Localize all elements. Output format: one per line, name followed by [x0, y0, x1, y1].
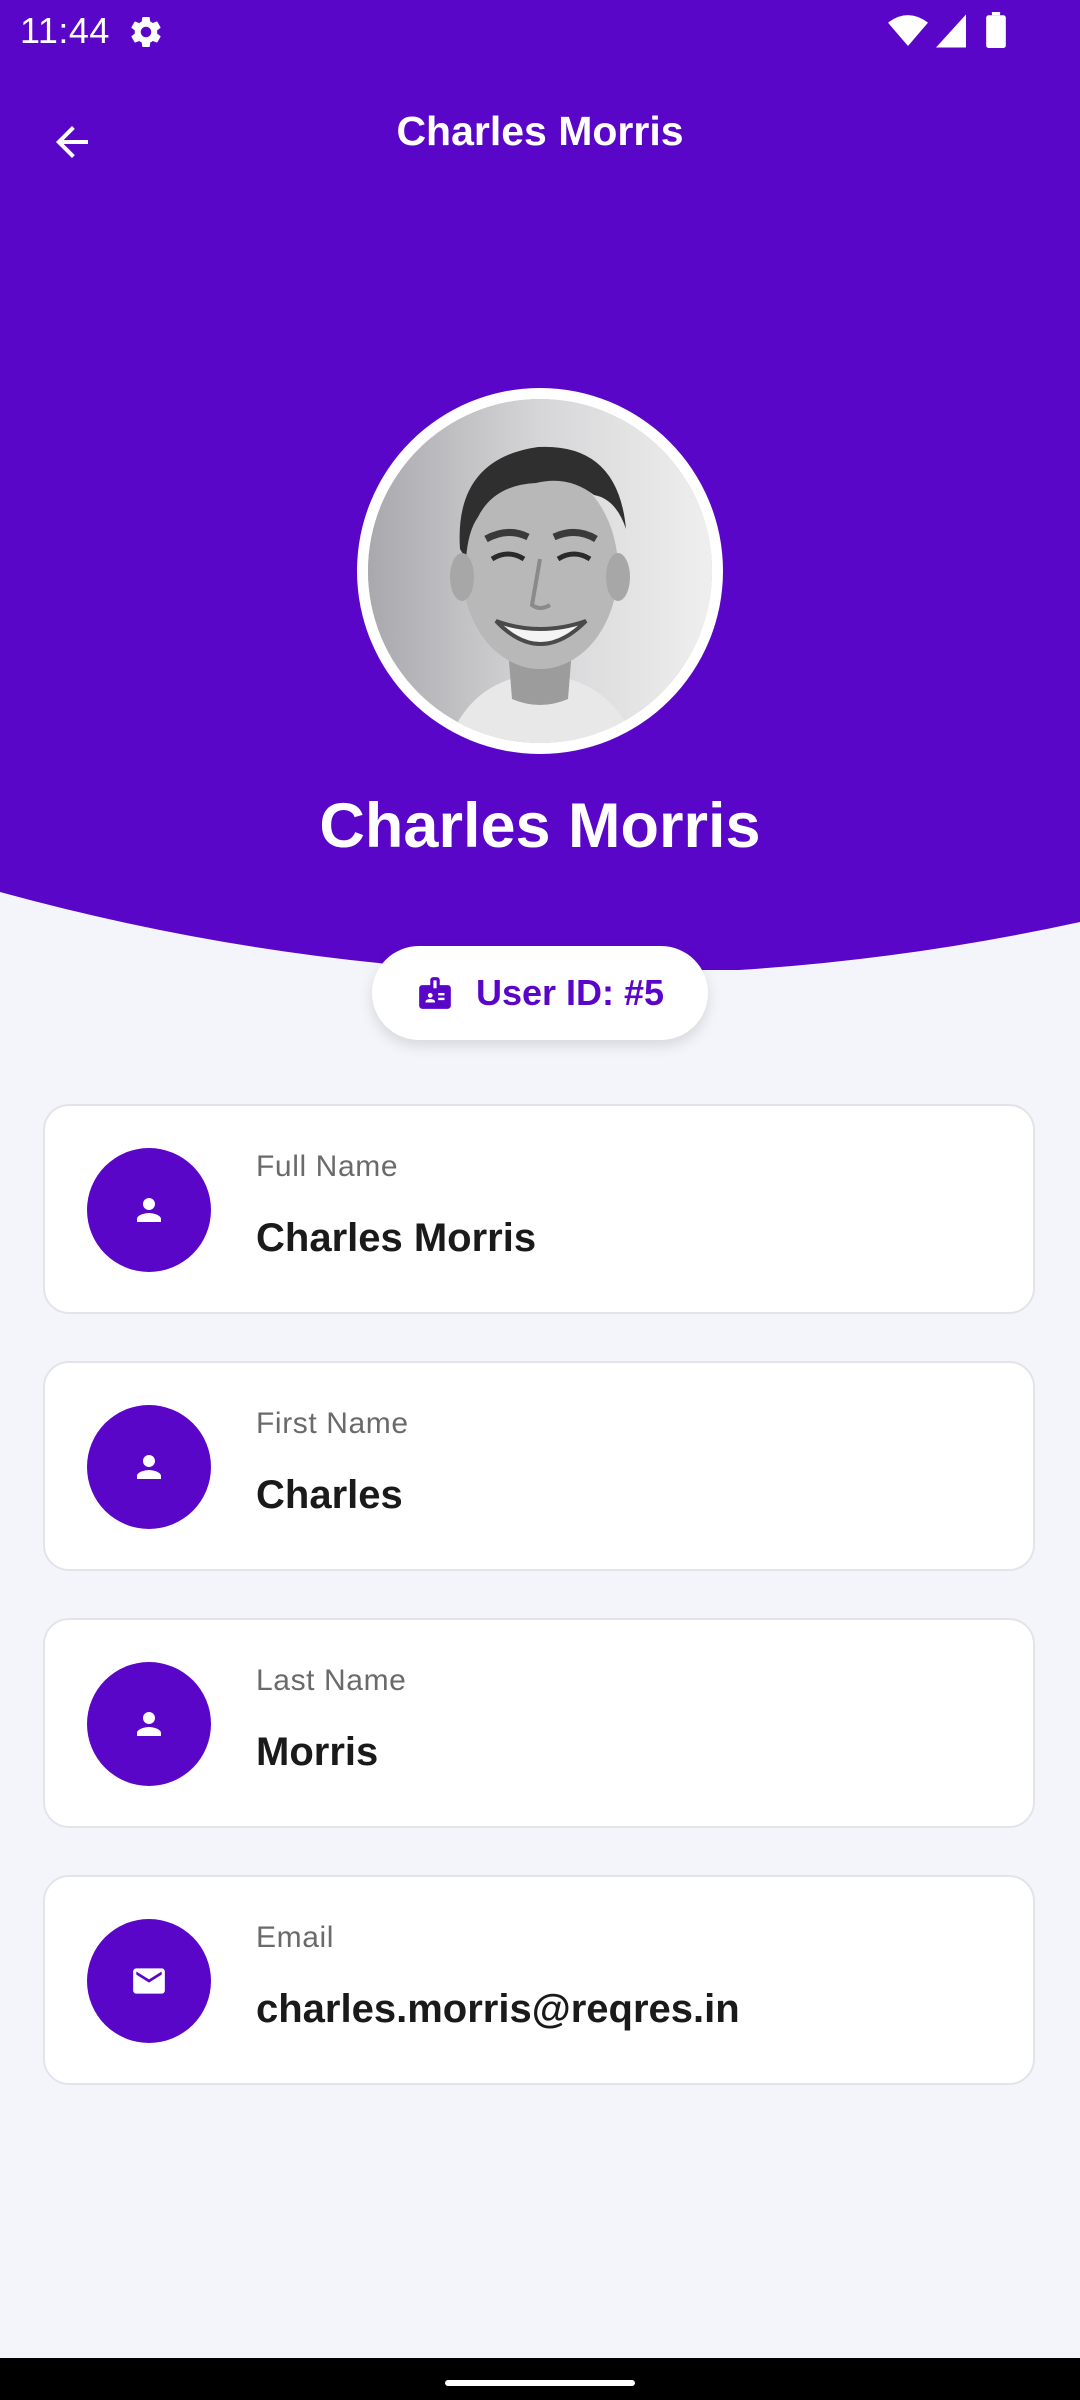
field-value: Charles	[256, 1473, 403, 1517]
last-name-card: Last Name Morris	[43, 1618, 1035, 1828]
battery-icon	[986, 12, 1006, 48]
person-icon	[137, 1712, 161, 1736]
card-icon-circle	[87, 1148, 211, 1272]
user-id-chip: User ID: #5	[372, 946, 708, 1040]
person-icon	[137, 1455, 161, 1479]
gear-icon	[131, 17, 161, 48]
field-label: Full Name	[256, 1150, 399, 1183]
field-label: First Name	[256, 1407, 409, 1440]
card-icon-circle	[87, 1919, 211, 2043]
field-value: Charles Morris	[256, 1216, 537, 1260]
home-gesture-handle[interactable]	[445, 2380, 635, 2386]
app-bar-title: Charles Morris	[396, 108, 684, 154]
field-label: Email	[256, 1921, 335, 1954]
person-icon	[137, 1198, 161, 1222]
status-time: 11:44	[20, 10, 110, 51]
status-bar: 11:44	[0, 0, 1080, 62]
wifi-icon	[888, 15, 928, 46]
card-icon-circle	[87, 1662, 211, 1786]
card-icon-circle	[87, 1405, 211, 1529]
first-name-card: First Name Charles	[43, 1361, 1035, 1571]
profile-name: Charles Morris	[319, 791, 761, 861]
navigation-bar	[0, 2358, 1080, 2400]
signal-icon	[936, 14, 966, 48]
full-name-card: Full Name Charles Morris	[43, 1104, 1035, 1314]
user-detail-screen: 11:44 Charles Morris Charles Morris User…	[0, 0, 1080, 2400]
email-card: Email charles.morris@reqres.in	[43, 1875, 1035, 2085]
badge-icon	[419, 977, 451, 1009]
field-value: charles.morris@reqres.in	[256, 1987, 740, 2031]
field-label: Last Name	[256, 1664, 407, 1697]
field-value: Morris	[256, 1730, 379, 1774]
user-id-label: User ID: #5	[475, 972, 665, 1013]
avatar-ring	[357, 388, 723, 754]
avatar	[368, 399, 712, 743]
app-bar: Charles Morris	[0, 62, 1080, 210]
mail-icon	[133, 1968, 165, 1994]
